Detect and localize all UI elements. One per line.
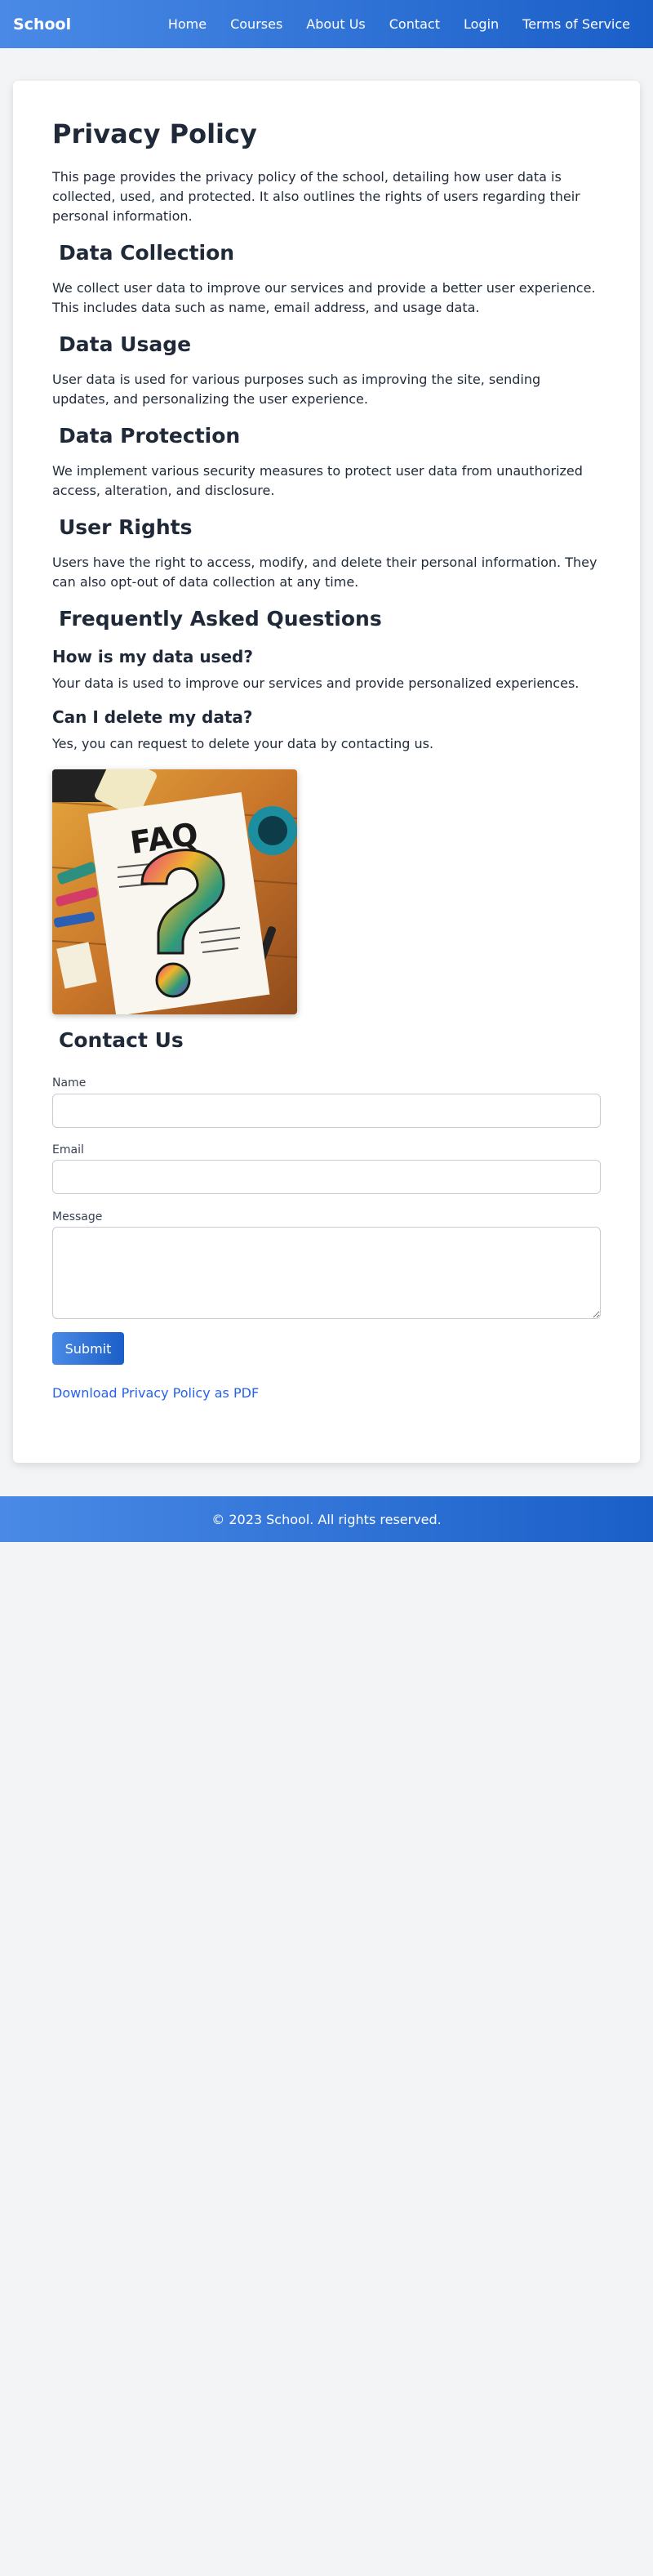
footer-copyright: © 2023 School. All rights reserved.: [211, 1511, 442, 1527]
email-label: Email: [52, 1143, 84, 1157]
faq-answer-1: Your data is used to improve our service…: [52, 675, 580, 691]
privacy-policy-card: Privacy Policy This page provides the pr…: [13, 81, 640, 1463]
faq-answer-2: Yes, you can request to delete your data…: [52, 736, 434, 751]
faq-heading: Frequently Asked Questions: [59, 607, 382, 631]
submit-button[interactable]: Submit: [52, 1332, 124, 1365]
section-text-user-rights: Users have the right to access, modify, …: [52, 555, 597, 590]
section-heading-data-protection: Data Protection: [59, 424, 241, 448]
faq-illustration-image: FAQ: [52, 769, 297, 1014]
name-label: Name: [52, 1076, 87, 1090]
section-heading-data-usage: Data Usage: [59, 332, 192, 356]
section-heading-user-rights: User Rights: [59, 515, 193, 539]
nav-link-login[interactable]: Login: [464, 16, 499, 32]
page-title: Privacy Policy: [52, 118, 257, 149]
message-label: Message: [52, 1210, 103, 1223]
nav-link-courses[interactable]: Courses: [230, 16, 282, 32]
section-text-data-usage: User data is used for various purposes s…: [52, 372, 541, 407]
section-heading-data-collection: Data Collection: [59, 241, 235, 265]
message-field[interactable]: [52, 1227, 601, 1319]
nav-link-contact[interactable]: Contact: [389, 16, 440, 32]
intro-text: This page provides the privacy policy of…: [52, 169, 580, 224]
faq-illustration-icon: FAQ: [52, 769, 297, 1014]
section-text-data-collection: We collect user data to improve our serv…: [52, 280, 596, 315]
faq-question-2: Can I delete my data?: [52, 707, 253, 727]
name-field[interactable]: [52, 1094, 601, 1128]
nav-links: Home Courses About Us Contact Login Term…: [168, 16, 630, 32]
email-field[interactable]: [52, 1160, 601, 1194]
section-text-data-protection: We implement various security measures t…: [52, 463, 583, 498]
brand-logo[interactable]: School: [13, 16, 71, 33]
nav-link-about-us[interactable]: About Us: [306, 16, 365, 32]
top-navbar: School Home Courses About Us Contact Log…: [0, 0, 653, 48]
contact-heading: Contact Us: [59, 1028, 184, 1052]
nav-link-terms[interactable]: Terms of Service: [522, 16, 630, 32]
page-footer: © 2023 School. All rights reserved.: [0, 1496, 653, 1542]
nav-link-home[interactable]: Home: [168, 16, 207, 32]
download-pdf-link[interactable]: Download Privacy Policy as PDF: [52, 1385, 259, 1401]
faq-question-1: How is my data used?: [52, 647, 253, 666]
